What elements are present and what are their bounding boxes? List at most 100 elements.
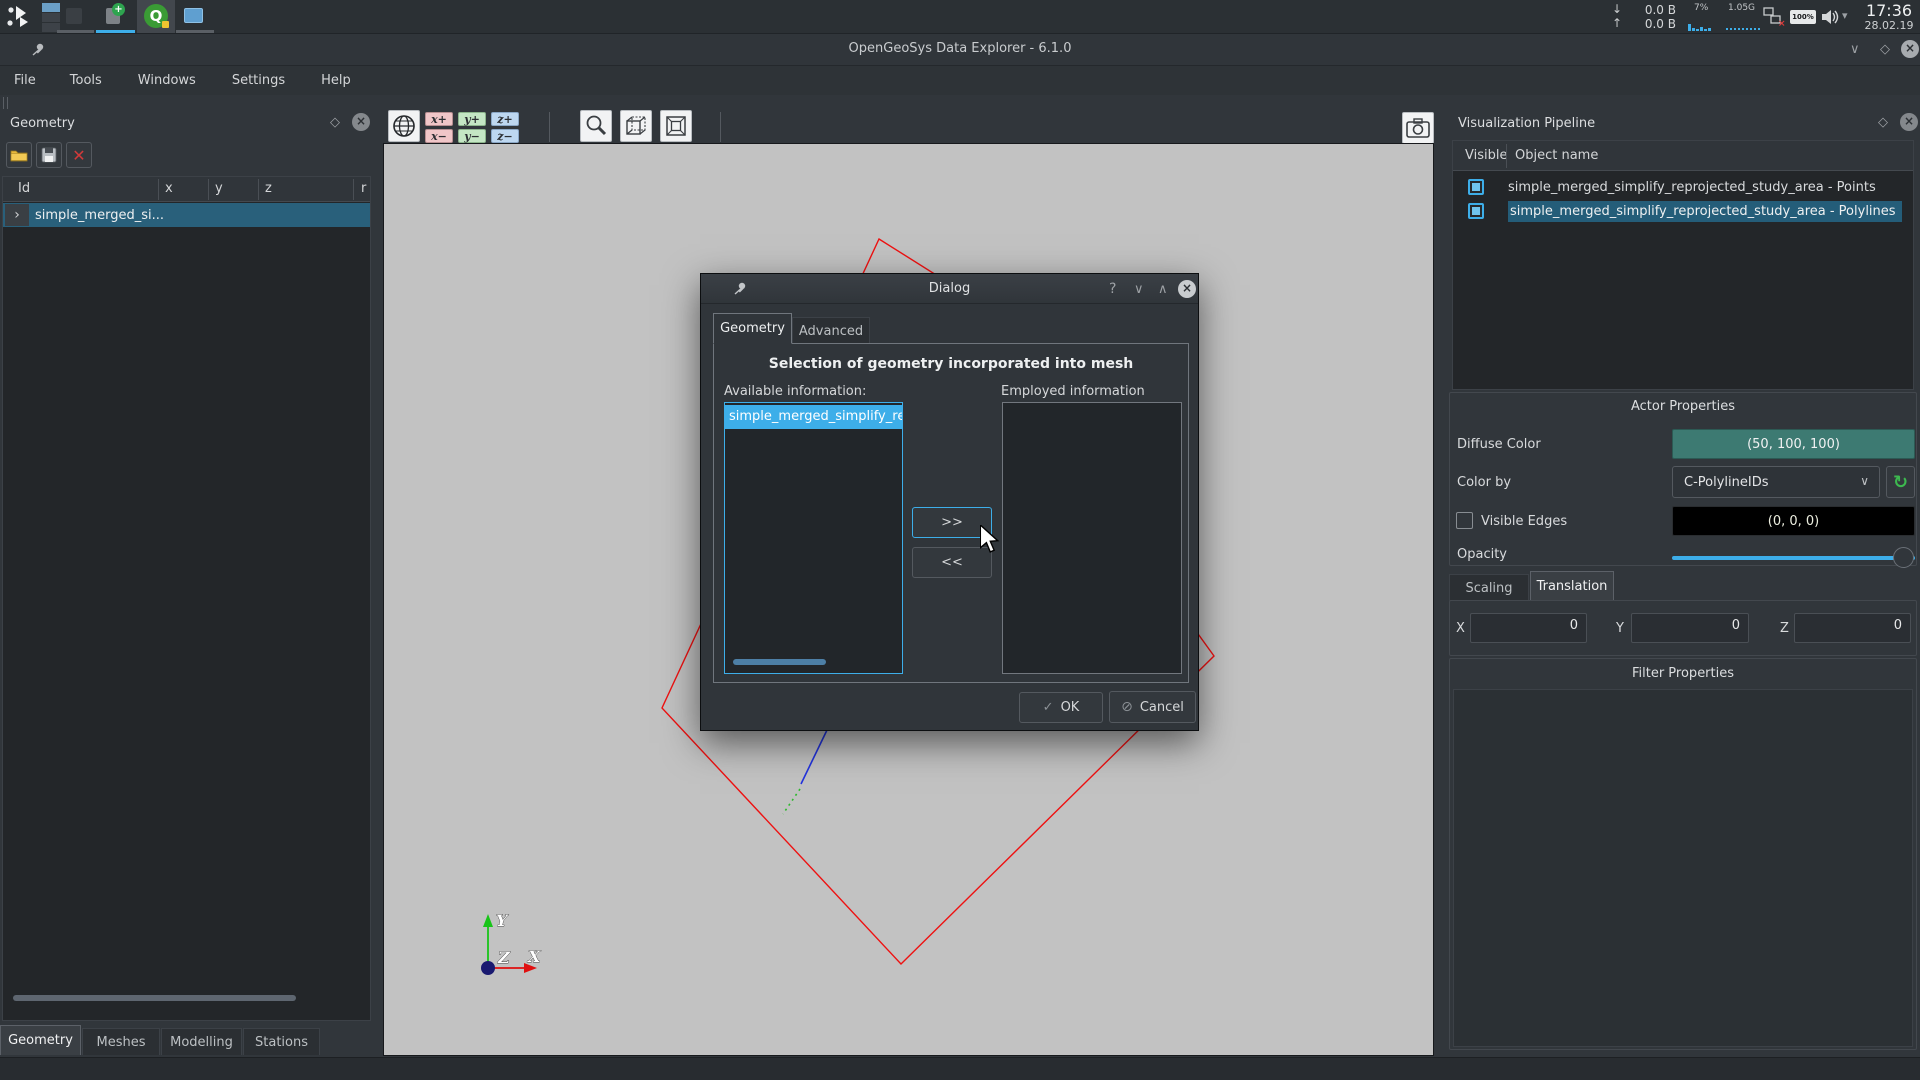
available-label: Available information: xyxy=(724,384,867,399)
view-y-minus-button[interactable]: y− xyxy=(458,129,486,143)
tab-stations[interactable]: Stations xyxy=(243,1028,320,1055)
cpu-percent: 7% xyxy=(1694,3,1709,13)
edge-color-button[interactable]: (0, 0, 0) xyxy=(1672,506,1915,536)
opacity-slider-handle[interactable] xyxy=(1893,547,1914,568)
available-list[interactable]: simple_merged_simplify_repr xyxy=(724,402,903,674)
geometry-tree[interactable]: Id x y z r › simple_merged_si... xyxy=(2,176,371,1021)
close-dock-icon[interactable]: × xyxy=(1900,113,1918,131)
mesh-geometry-dialog[interactable]: Dialog ? ∨ ∧ × Geometry Advanced Selecti… xyxy=(700,273,1199,731)
axis-label-y: Y xyxy=(496,911,509,930)
visible-edges-label: Visible Edges xyxy=(1481,514,1568,529)
list-h-scrollbar[interactable] xyxy=(733,659,826,665)
cancel-button[interactable]: ⊘ Cancel xyxy=(1109,691,1196,723)
h-scrollbar[interactable] xyxy=(13,995,296,1001)
clock-time[interactable]: 17:36 xyxy=(1862,1,1916,20)
shade-button[interactable]: ∨ xyxy=(1134,282,1144,297)
visibility-checkbox[interactable] xyxy=(1468,179,1484,195)
visibility-checkbox[interactable] xyxy=(1468,203,1484,219)
toolbar-separator xyxy=(720,112,721,142)
pager-desktop-1[interactable] xyxy=(42,3,60,12)
menu-file[interactable]: File xyxy=(4,67,46,94)
battery-icon[interactable]: 100% xyxy=(1790,10,1816,24)
tree-row-selected[interactable]: › simple_merged_si... xyxy=(3,203,370,227)
x-input[interactable]: 0 xyxy=(1470,613,1587,643)
red-x-icon: ✕ xyxy=(72,145,86,165)
float-dock-icon[interactable]: ◇ xyxy=(1878,115,1888,130)
task-icon-window[interactable] xyxy=(184,8,203,23)
filter-properties-group: Filter Properties xyxy=(1449,658,1917,1050)
unshade-button[interactable]: ∧ xyxy=(1158,282,1168,297)
expander[interactable]: › xyxy=(5,204,29,226)
cancel-icon: ⊘ xyxy=(1121,699,1133,715)
chevron-right-icon: › xyxy=(14,207,20,223)
remove-geometry-button[interactable]: ✕ xyxy=(66,142,92,168)
ortho-view-button[interactable] xyxy=(660,110,692,142)
pipeline-dock: Visualization Pipeline ◇ × Visible Objec… xyxy=(1447,108,1920,1057)
view-x-plus-button[interactable]: x+ xyxy=(425,112,453,126)
view-z-plus-button[interactable]: z+ xyxy=(491,112,519,126)
memory-graph[interactable] xyxy=(1726,28,1760,30)
pipeline-row-selected[interactable]: simple_merged_simplify_reprojected_study… xyxy=(1453,199,1913,223)
task-icon-1[interactable] xyxy=(66,8,82,24)
diffuse-color-button[interactable]: (50, 100, 100) xyxy=(1672,429,1915,459)
opacity-slider-track[interactable] xyxy=(1672,556,1915,560)
color-by-select[interactable]: C-PolylineIDs ∨ xyxy=(1672,466,1880,498)
shade-button[interactable]: ∨ xyxy=(1850,42,1860,57)
view-z-minus-button[interactable]: z− xyxy=(491,129,519,143)
network-disconnected-icon[interactable]: × xyxy=(1763,7,1785,27)
save-geometry-button[interactable] xyxy=(36,142,62,168)
menu-windows[interactable]: Windows xyxy=(128,67,206,94)
close-dock-icon[interactable]: × xyxy=(352,113,370,131)
tab-scaling[interactable]: Scaling xyxy=(1449,574,1529,601)
axis-label-x: X xyxy=(527,947,541,966)
cpu-graph[interactable] xyxy=(1688,22,1722,31)
dialog-tab-content: Selection of geometry incorporated into … xyxy=(713,343,1189,683)
app-launcher-icon[interactable] xyxy=(6,4,34,30)
tray-expand-caret-icon[interactable]: ▾ xyxy=(1842,9,1848,22)
zoom-button[interactable] xyxy=(580,110,612,142)
menu-settings[interactable]: Settings xyxy=(222,67,295,94)
employed-list[interactable] xyxy=(1002,402,1182,674)
screenshot-button[interactable] xyxy=(1402,112,1434,144)
col-r: r xyxy=(361,181,367,196)
tab-meshes[interactable]: Meshes xyxy=(82,1028,160,1055)
tab-translation[interactable]: Translation xyxy=(1530,571,1614,601)
menu-help[interactable]: Help xyxy=(311,67,361,94)
float-dock-icon[interactable]: ◇ xyxy=(330,115,340,130)
col-visible: Visible xyxy=(1465,148,1508,163)
menu-tools[interactable]: Tools xyxy=(60,67,112,94)
y-input[interactable]: 0 xyxy=(1631,613,1749,643)
translation-panel: X 0 Y 0 Z 0 xyxy=(1449,600,1917,656)
help-button[interactable]: ? xyxy=(1109,281,1116,297)
employed-label: Employed information xyxy=(1001,384,1145,399)
ok-button[interactable]: ✓ OK xyxy=(1019,692,1103,723)
clock-date[interactable]: 28.02.19 xyxy=(1862,19,1916,32)
task-qgis-active-bg[interactable]: Q xyxy=(137,0,175,33)
volume-icon[interactable] xyxy=(1820,7,1840,27)
dialog-close-button[interactable]: × xyxy=(1178,280,1196,298)
globe-view-button[interactable] xyxy=(388,110,420,142)
pipeline-row[interactable]: simple_merged_simplify_reprojected_study… xyxy=(1453,175,1913,199)
window-titlebar[interactable]: OpenGeoSys Data Explorer - 6.1.0 ∨ ◇ × xyxy=(0,34,1920,66)
dialog-tab-advanced[interactable]: Advanced xyxy=(792,317,870,344)
view-y-plus-button[interactable]: y+ xyxy=(458,112,486,126)
tab-modelling[interactable]: Modelling xyxy=(161,1028,242,1055)
col-object-name: Object name xyxy=(1515,148,1599,163)
perspective-view-button[interactable] xyxy=(620,110,652,142)
z-input[interactable]: 0 xyxy=(1794,613,1911,643)
virtual-desktop-pager[interactable] xyxy=(42,3,60,32)
close-button[interactable]: × xyxy=(1901,40,1919,58)
load-geometry-button[interactable] xyxy=(6,142,32,168)
dialog-titlebar[interactable]: Dialog ? ∨ ∧ × xyxy=(701,274,1198,304)
task-icon-new-document[interactable]: + xyxy=(104,3,125,25)
refresh-button[interactable]: ↻ xyxy=(1886,466,1915,498)
dialog-tab-geometry[interactable]: Geometry xyxy=(713,313,792,344)
maximize-button[interactable]: ◇ xyxy=(1880,42,1890,57)
visible-edges-checkbox[interactable] xyxy=(1456,512,1473,529)
pager-desktop-2[interactable] xyxy=(42,13,60,22)
pipeline-tree[interactable]: Visible Object name simple_merged_simpli… xyxy=(1452,140,1914,390)
net-up-rate: 0.0 B xyxy=(1644,17,1676,31)
tab-geometry[interactable]: Geometry xyxy=(0,1025,81,1055)
available-list-item-selected[interactable]: simple_merged_simplify_repr xyxy=(725,405,902,429)
view-x-minus-button[interactable]: x− xyxy=(425,129,453,143)
